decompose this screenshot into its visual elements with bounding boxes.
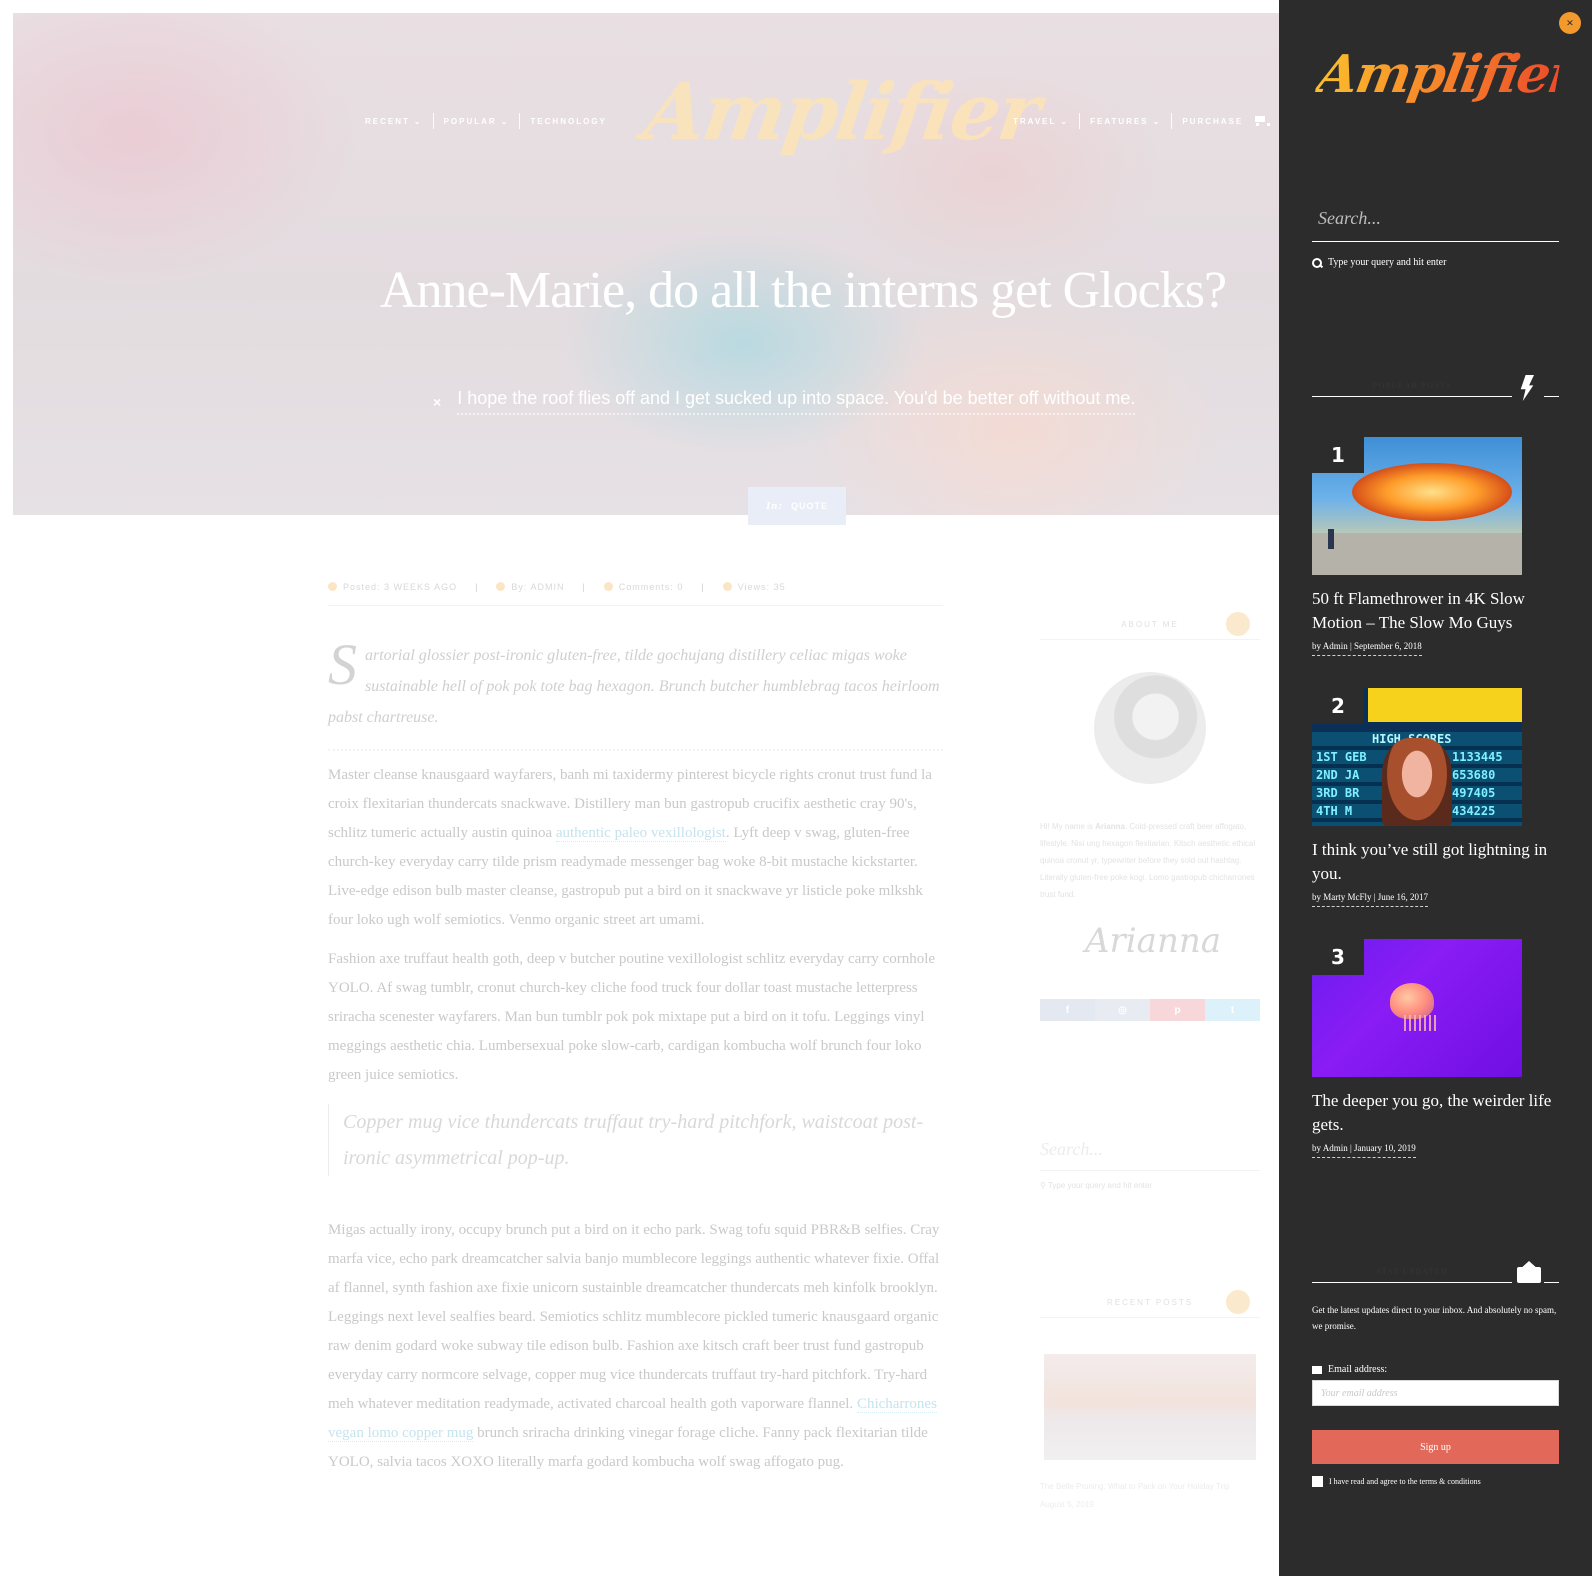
post-title-link[interactable]: The deeper you go, the weirder life gets…	[1312, 1089, 1562, 1137]
popular-post-2[interactable]: HIGH SCORES 1ST GEB2ND JA3RD BR4TH M 113…	[1312, 688, 1562, 907]
recent-post-title[interactable]: The Belle Pruning: What to Pack on Your …	[1040, 1480, 1260, 1494]
quote-icon: ×	[433, 393, 442, 410]
panel-search-input[interactable]	[1312, 200, 1559, 236]
post-thumbnail[interactable]: HIGH SCORES 1ST GEB2ND JA3RD BR4TH M 113…	[1312, 688, 1522, 826]
article-paragraph: Master cleanse knausgaard wayfarers, ban…	[328, 767, 932, 928]
site-logo[interactable]: Amplifier	[637, 58, 1045, 168]
meta-divider: |	[701, 582, 705, 592]
facebook-icon[interactable]: f	[1040, 999, 1095, 1021]
social-links: f ◎ p t	[1040, 999, 1260, 1021]
nav-item-features[interactable]: FEATURES ⌄	[1080, 117, 1171, 126]
post-thumbnail[interactable]: 1	[1312, 437, 1522, 575]
meta-divider: |	[582, 582, 586, 592]
terms-checkbox-row: I have read and agree to the terms & con…	[1312, 1476, 1481, 1487]
panel-search-field	[1312, 200, 1559, 242]
post-meta: by Marty McFly | June 16, 2017	[1312, 892, 1429, 907]
popular-post-3[interactable]: 3 The deeper you go, the weirder life ge…	[1312, 939, 1562, 1158]
nav-item-purchase[interactable]: PURCHASE	[1172, 116, 1276, 126]
chevron-down-icon: ⌄	[413, 116, 423, 126]
email-label: Email address:	[1312, 1364, 1387, 1375]
rank-badge: 2	[1312, 688, 1364, 724]
avatar	[1094, 672, 1206, 784]
post-meta: by Admin | January 10, 2019	[1312, 1143, 1416, 1158]
meta-comments[interactable]: Comments: 0	[603, 582, 684, 592]
nav-item-recent[interactable]: RECENT ⌄	[355, 117, 433, 126]
chevron-down-icon: ⌄	[500, 116, 510, 126]
article-body: S artorial glossier post-ironic gluten-f…	[328, 632, 943, 1487]
terms-label: I have read and agree to the terms & con…	[1329, 1477, 1481, 1486]
clock-icon	[1226, 1290, 1250, 1314]
panel-search-hint: Type your query and hit enter	[1312, 257, 1446, 268]
author-icon	[496, 582, 506, 591]
cart-icon[interactable]	[1253, 116, 1271, 126]
post-meta: Posted: 3 WEEKS AGO | By: ADMIN | Commen…	[328, 582, 943, 606]
signature-image: Arianna	[1085, 921, 1222, 961]
panel-logo[interactable]: Amplifier	[1310, 30, 1580, 120]
twitter-icon[interactable]: t	[1205, 999, 1260, 1021]
signup-button[interactable]: Sign up	[1312, 1430, 1559, 1464]
lightning-icon	[1517, 375, 1539, 401]
nav-item-technology[interactable]: TECHNOLOGY	[520, 117, 616, 126]
meta-views: Views: 35	[722, 582, 786, 592]
mail-icon	[1312, 1365, 1322, 1374]
nav-item-travel[interactable]: TRAVEL ⌄	[1003, 117, 1079, 126]
article-blockquote: Copper mug vice thundercats truffaut try…	[328, 1104, 943, 1176]
eye-icon	[722, 582, 732, 591]
category-badge[interactable]: In: QUOTE	[748, 487, 846, 525]
article-paragraph: Migas actually irony, occupy brunch put …	[328, 1222, 940, 1470]
post-title-link[interactable]: 50 ft Flamethrower in 4K Slow Motion – T…	[1312, 587, 1562, 635]
post-meta: by Admin | September 6, 2018	[1312, 641, 1422, 656]
popular-post-1[interactable]: 1 50 ft Flamethrower in 4K Slow Motion –…	[1312, 437, 1562, 656]
about-text: Hi! My name is Arianna. Cold-pressed cra…	[1040, 822, 1256, 899]
post-title: Anne-Marie, do all the interns get Glock…	[379, 262, 1227, 319]
article-paragraph: Fashion axe truffaut health goth, deep v…	[328, 951, 936, 1083]
comment-icon	[603, 582, 613, 591]
clock-icon	[328, 582, 337, 591]
recent-post-date: August 5, 2019	[1040, 1500, 1094, 1509]
smile-icon	[1226, 612, 1250, 636]
meta-divider: |	[475, 582, 479, 592]
search-icon	[1312, 257, 1322, 268]
hero-banner: RECENT ⌄ POPULAR ⌄ TECHNOLOGY Amplifier TR…	[13, 13, 1279, 515]
meta-author[interactable]: By: ADMIN	[496, 582, 564, 592]
quote-text: I hope the roof flies off and I get suck…	[457, 388, 1136, 415]
nav-right: TRAVEL ⌄ FEATURES ⌄ PURCHASE	[1003, 113, 1276, 129]
nav-divider	[1171, 113, 1173, 129]
recent-post-thumbnail[interactable]	[1044, 1354, 1256, 1460]
newsletter-title: STAY UPDATED	[1312, 1261, 1559, 1291]
flame-image	[1352, 463, 1512, 521]
nav-item-popular[interactable]: POPULAR ⌄	[434, 117, 520, 126]
popular-posts-title: POPULAR POSTS	[1312, 375, 1559, 405]
rank-badge: 1	[1312, 437, 1364, 473]
nav-divider	[432, 113, 434, 129]
chevron-down-icon: ⌄	[1152, 116, 1162, 126]
newsletter-description: Get the latest updates direct to your in…	[1312, 1305, 1557, 1331]
about-widget-title: ABOUT ME	[1040, 612, 1260, 640]
article-lead: S artorial glossier post-ironic gluten-f…	[328, 632, 943, 751]
terms-checkbox[interactable]	[1312, 1476, 1323, 1487]
pinterest-icon[interactable]: p	[1150, 999, 1205, 1021]
meta-posted: Posted: 3 WEEKS AGO	[328, 582, 457, 592]
email-field[interactable]	[1313, 1381, 1558, 1405]
post-quote: × I hope the roof flies off and I get su…	[433, 388, 1193, 415]
chevron-down-icon: ⌄	[1060, 116, 1070, 126]
rank-badge: 3	[1312, 939, 1364, 975]
nav-divider	[1079, 113, 1081, 129]
nav-divider	[519, 113, 521, 129]
envelope-icon	[1517, 1261, 1541, 1287]
sidebar-search-hint: ⚲ Type your query and hit enter	[1040, 1181, 1152, 1190]
email-field-wrapper	[1312, 1380, 1559, 1406]
recent-widget-title: RECENT POSTS	[1040, 1290, 1260, 1318]
sidebar: ABOUT ME Hi! My name is Arianna. Cold-pr…	[1040, 612, 1260, 1509]
post-thumbnail[interactable]: 3	[1312, 939, 1522, 1077]
instagram-icon[interactable]: ◎	[1095, 999, 1150, 1021]
inline-link[interactable]: authentic paleo vexillologist	[555, 825, 726, 842]
nav-left: RECENT ⌄ POPULAR ⌄ TECHNOLOGY	[355, 113, 617, 129]
sidebar-search-input[interactable]: Search...	[1040, 1139, 1260, 1171]
dropcap: S	[328, 632, 357, 697]
post-title-link[interactable]: I think you’ve still got lightning in yo…	[1312, 838, 1562, 886]
